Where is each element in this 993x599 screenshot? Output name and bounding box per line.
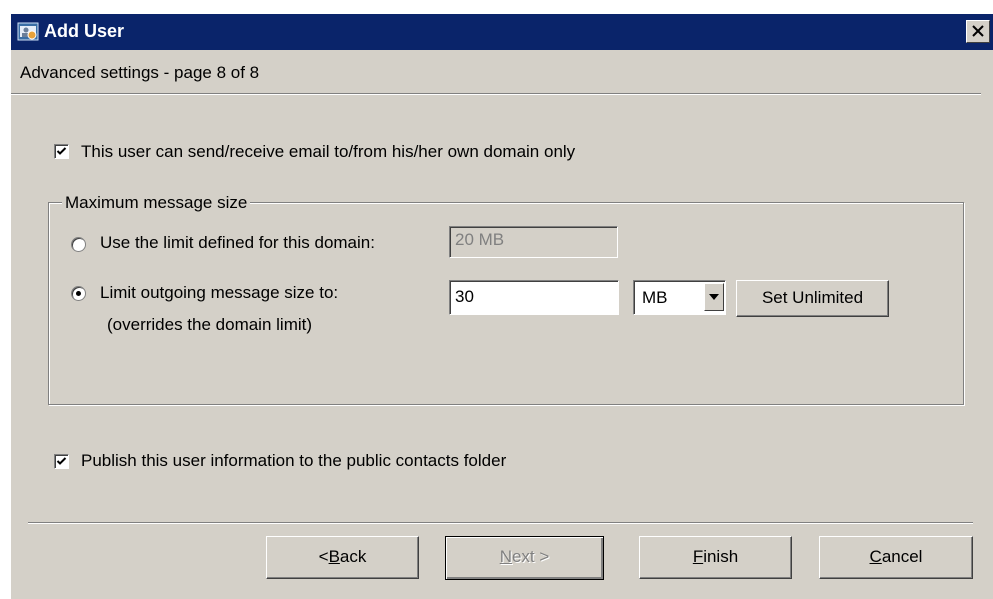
- user-window-icon: [17, 21, 39, 43]
- publish-contacts-label[interactable]: Publish this user information to the pub…: [81, 451, 506, 471]
- domain-limit-field: 20 MB: [449, 226, 618, 258]
- next-button[interactable]: Next >: [445, 536, 604, 580]
- finish-label: Finish: [692, 547, 739, 566]
- finish-button[interactable]: Finish: [639, 536, 792, 579]
- cancel-button[interactable]: Cancel: [819, 536, 973, 579]
- limit-outgoing-label[interactable]: Limit outgoing message size to:: [100, 283, 338, 303]
- size-unit-dropdown-button[interactable]: [704, 283, 724, 311]
- max-message-size-legend: Maximum message size: [62, 193, 251, 213]
- size-unit-value: MB: [642, 288, 668, 307]
- own-domain-only-label[interactable]: This user can send/receive email to/from…: [81, 142, 575, 162]
- use-domain-limit-radio[interactable]: [71, 237, 86, 252]
- back-label: < Back: [318, 547, 367, 566]
- back-button[interactable]: < Back: [266, 536, 419, 579]
- cancel-label: Cancel: [869, 547, 923, 566]
- chevron-down-icon: [709, 294, 719, 300]
- next-label: Next >: [499, 547, 550, 566]
- page-subtitle: Advanced settings - page 8 of 8: [20, 63, 260, 82]
- close-icon: [972, 25, 984, 37]
- close-button[interactable]: [966, 20, 990, 43]
- publish-contacts-checkbox[interactable]: [54, 454, 69, 469]
- own-domain-only-checkbox[interactable]: [54, 144, 69, 159]
- title-bar[interactable]: Add User: [11, 14, 993, 50]
- size-unit-select[interactable]: MB: [633, 280, 726, 315]
- checkmark-icon: [56, 147, 67, 155]
- use-domain-limit-label[interactable]: Use the limit defined for this domain:: [100, 233, 375, 253]
- limit-outgoing-radio[interactable]: [71, 286, 86, 301]
- footer-divider: [28, 522, 973, 524]
- set-unlimited-button[interactable]: Set Unlimited: [736, 280, 889, 317]
- set-unlimited-label: Set Unlimited: [761, 288, 864, 307]
- limit-outgoing-note: (overrides the domain limit): [107, 315, 313, 334]
- header-divider: [11, 93, 981, 95]
- window-title: Add User: [44, 21, 125, 41]
- checkmark-icon: [56, 457, 67, 465]
- outgoing-size-input[interactable]: 30: [449, 280, 619, 315]
- add-user-dialog: Add User Advanced settings - page 8 of 8…: [10, 13, 993, 599]
